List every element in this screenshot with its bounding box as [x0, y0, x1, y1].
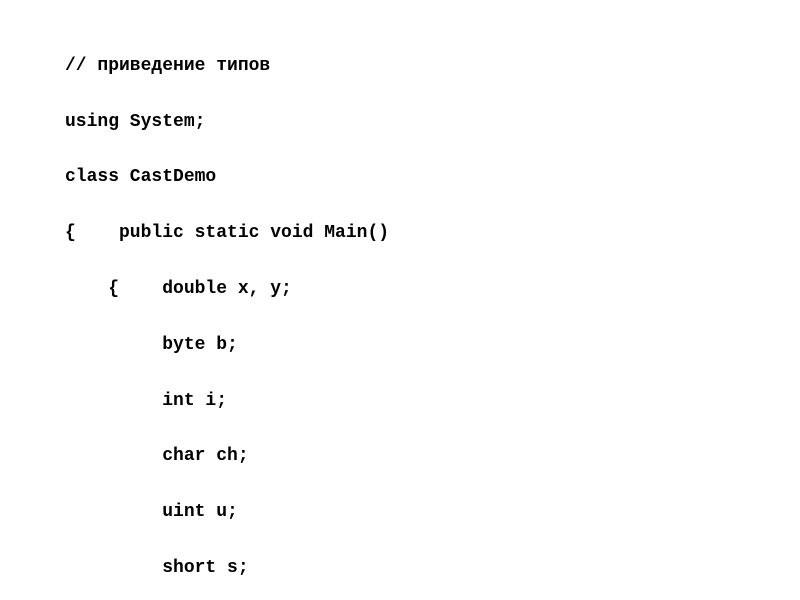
code-block: // приведение типов using System; class …	[0, 0, 800, 600]
code-line: int i;	[65, 388, 760, 416]
code-line: short s;	[65, 555, 760, 583]
code-line: using System;	[65, 109, 760, 137]
code-line: char ch;	[65, 443, 760, 471]
code-line: { double x, y;	[65, 276, 760, 304]
code-line: // приведение типов	[65, 53, 760, 81]
code-line: uint u;	[65, 499, 760, 527]
code-line: class CastDemo	[65, 164, 760, 192]
code-line: { public static void Main()	[65, 220, 760, 248]
code-line: byte b;	[65, 332, 760, 360]
